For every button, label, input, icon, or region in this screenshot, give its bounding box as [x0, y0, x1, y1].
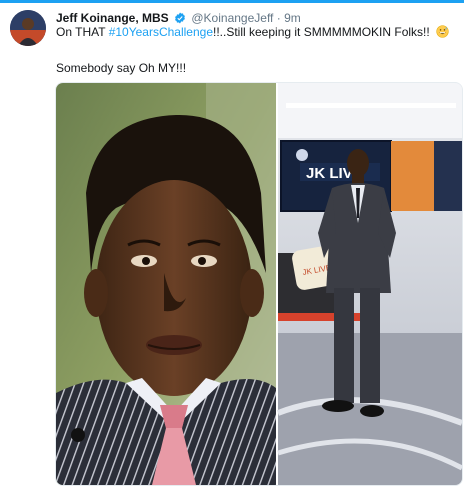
author-handle[interactable]: @KoinangeJeff — [191, 11, 273, 25]
tweet-text-prefix: On THAT — [56, 25, 109, 39]
avatar[interactable] — [10, 10, 46, 46]
grinning-sweat-emoji-icon — [436, 25, 449, 38]
tweet-text-line1: On THAT #10YearsChallenge!!..Still keepi… — [56, 24, 449, 40]
tweet-text-line2: Somebody say Oh MY!!! — [56, 61, 187, 75]
hashtag-link[interactable]: #10YearsChallenge — [109, 25, 213, 39]
tweet-media[interactable]: JK LIVE JK LIVE — [55, 82, 463, 486]
left-portrait-image — [56, 83, 276, 485]
timestamp[interactable]: 9m — [284, 11, 301, 25]
separator-dot: · — [276, 11, 281, 25]
verified-badge-icon — [175, 12, 185, 24]
top-accent-bar — [0, 0, 464, 3]
tweet-text-suffix: !!..Still keeping it SMMMMMOKIN Folks!! — [213, 25, 430, 39]
right-studio-image: JK LIVE JK LIVE — [276, 83, 462, 485]
author-name[interactable]: Jeff Koinange, MBS — [56, 11, 169, 25]
